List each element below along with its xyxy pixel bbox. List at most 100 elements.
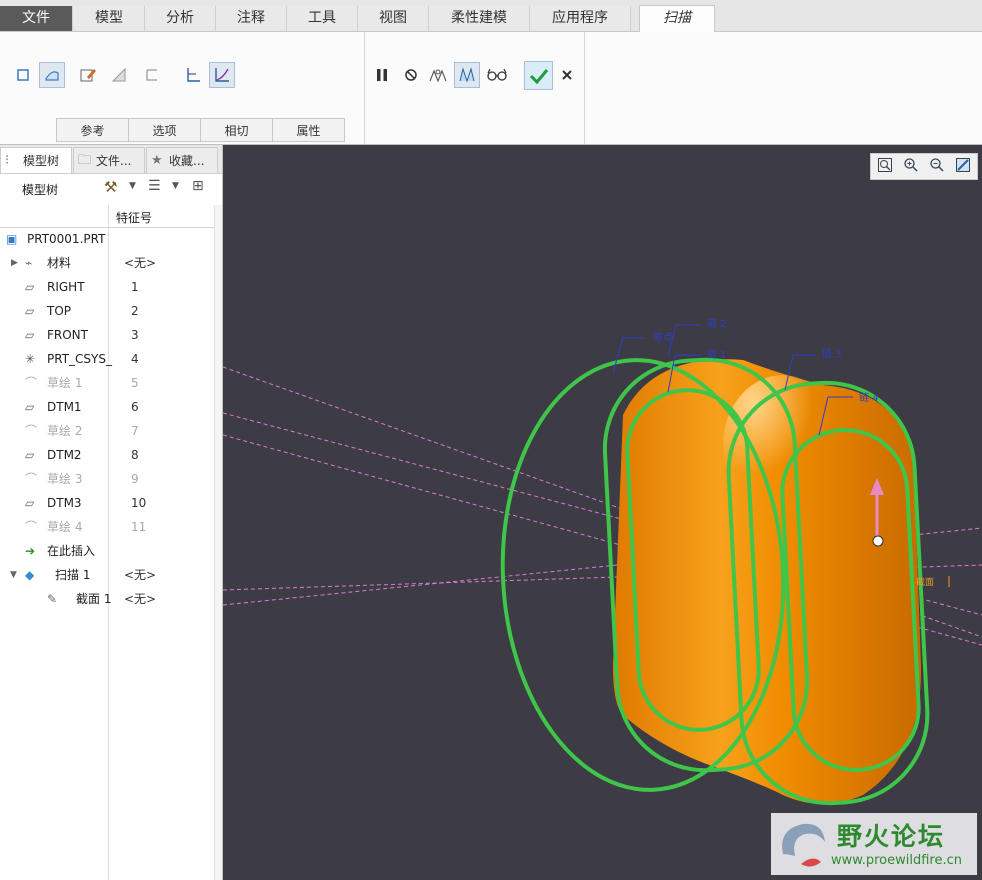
- tree-item-label: RIGHT: [47, 280, 85, 294]
- settings-list-icon[interactable]: ☰: [148, 178, 161, 194]
- cancel-button[interactable]: [554, 62, 580, 88]
- tree-item[interactable]: ▱ DTM2 8: [0, 443, 214, 467]
- tree-item[interactable]: ✎ 截面 1 <无>: [0, 587, 214, 611]
- watermark-title: 野火论坛: [837, 822, 946, 851]
- datum-plane-icon: ▱: [25, 280, 35, 294]
- sweep-icon: ◆: [25, 568, 35, 582]
- tree-item[interactable]: ▶ ⌁ 材料 <无>: [0, 251, 214, 275]
- feature-number: 2: [131, 304, 139, 318]
- feature-number-header[interactable]: 特征号: [116, 209, 152, 226]
- tangency-tab[interactable]: 相切: [200, 118, 273, 142]
- feature-number: <无>: [124, 592, 157, 606]
- start-point[interactable]: [872, 535, 884, 547]
- constant-section-icon[interactable]: [180, 62, 206, 88]
- remove-material-icon[interactable]: [106, 62, 132, 88]
- tree-item[interactable]: ⌒ 草绘 4 11: [0, 515, 214, 539]
- tree-scrollbar[interactable]: [214, 205, 222, 880]
- tree-item[interactable]: ▱ RIGHT 1: [0, 275, 214, 299]
- repaint-icon[interactable]: [953, 157, 973, 177]
- tree-item-label: FRONT: [47, 328, 88, 342]
- navigator-tabs: ⁝ 模型树 🗀 文件... ★ 收藏...: [0, 145, 222, 174]
- tree-item-label: 草绘 1: [47, 376, 83, 390]
- tree-item-label: 草绘 4: [47, 520, 83, 534]
- refit-icon[interactable]: [875, 157, 895, 177]
- section-icon: ✎: [47, 592, 58, 606]
- options-tab[interactable]: 选项: [128, 118, 201, 142]
- tab-applications[interactable]: 应用程序: [530, 6, 631, 31]
- feature-number: 5: [131, 376, 139, 390]
- glasses-icon[interactable]: [484, 62, 510, 88]
- tree-item[interactable]: ▱ DTM3 10: [0, 491, 214, 515]
- datum-plane-icon: ▱: [25, 496, 35, 510]
- datum-plane-icon: ▱: [25, 448, 35, 462]
- ribbon-panel: 参考 选项 相切 属性: [0, 32, 982, 145]
- references-tab[interactable]: 参考: [56, 118, 129, 142]
- favorites-icon: ★: [151, 153, 163, 168]
- model-tree-panel: ⁝ 模型树 🗀 文件... ★ 收藏... 模型树 ⚒ ▼ ☰ ▼ ⊞ 特征号 ▣ P…: [0, 145, 223, 880]
- tree-item[interactable]: ▼ ◆ 扫描 1 <无>: [0, 563, 214, 587]
- origin-label: 原点: [653, 332, 673, 344]
- chain3-label: 链 3: [822, 347, 842, 360]
- sketch-icon: ⌒: [25, 376, 38, 390]
- surface-icon[interactable]: [39, 62, 65, 88]
- tab-model[interactable]: 模型: [74, 6, 145, 31]
- tab-file[interactable]: 文件: [0, 6, 73, 31]
- verify-icon[interactable]: [454, 62, 480, 88]
- chevron-down-icon[interactable]: ▼: [172, 181, 179, 191]
- watermark-url: www.proewildfire.cn: [831, 853, 962, 868]
- chain2-label: 链 2: [707, 317, 727, 330]
- tree-item[interactable]: ▱ FRONT 3: [0, 323, 214, 347]
- tree-icon: ⁝: [5, 153, 10, 168]
- tab-tools[interactable]: 工具: [287, 6, 358, 31]
- tree-item-label: DTM1: [47, 400, 82, 414]
- feature-number: 11: [131, 520, 147, 534]
- tab-favorites[interactable]: ★ 收藏...: [146, 147, 218, 173]
- feature-number: 9: [131, 472, 139, 486]
- ribbon-tab-bar: 文件 模型 分析 注释 工具 视图 柔性建模 应用程序 扫描: [0, 0, 982, 33]
- ribbon-separator: [364, 32, 365, 144]
- tree-item[interactable]: ▱ TOP 2: [0, 299, 214, 323]
- tab-annotate[interactable]: 注释: [216, 6, 287, 31]
- confirm-button[interactable]: [524, 61, 553, 90]
- zoom-out-icon[interactable]: [927, 157, 947, 177]
- tab-folder-browser[interactable]: 🗀 文件...: [73, 147, 145, 173]
- no-preview-icon[interactable]: [398, 62, 424, 88]
- tab-analysis[interactable]: 分析: [145, 6, 216, 31]
- tree-item[interactable]: ➔ 在此插入: [0, 539, 214, 563]
- sketch-edit-icon[interactable]: [75, 62, 101, 88]
- tab-flexible-modeling[interactable]: 柔性建模: [429, 6, 530, 31]
- zoom-in-icon[interactable]: [901, 157, 921, 177]
- preview-icon[interactable]: [425, 62, 451, 88]
- chain4-label: 链 4: [859, 391, 879, 404]
- section-label: 截面: [916, 576, 934, 588]
- tree-item[interactable]: ⌒ 草绘 3 9: [0, 467, 214, 491]
- solid-icon[interactable]: [10, 62, 36, 88]
- model-tree-label: 模型树: [22, 183, 59, 197]
- tools-icon[interactable]: ⚒: [104, 178, 117, 196]
- expand-icon[interactable]: ▶: [11, 251, 18, 275]
- feature-number: <无>: [124, 256, 157, 270]
- column-header: 特征号: [0, 205, 214, 228]
- view-toolbar: [870, 153, 978, 180]
- feature-number: 1: [131, 280, 139, 294]
- tree-item[interactable]: ✳ PRT_CSYS_ 4: [0, 347, 214, 371]
- tree-item[interactable]: ⌒ 草绘 2 7: [0, 419, 214, 443]
- datum-plane-icon: ▱: [25, 304, 35, 318]
- chevron-down-icon[interactable]: ▼: [129, 181, 136, 191]
- tab-model-tree[interactable]: ⁝ 模型树: [0, 147, 72, 173]
- properties-tab[interactable]: 属性: [272, 118, 345, 142]
- tree-item[interactable]: ▱ DTM1 6: [0, 395, 214, 419]
- pause-icon[interactable]: [369, 62, 395, 88]
- tree-item[interactable]: ⌒ 草绘 1 5: [0, 371, 214, 395]
- csys-icon: ✳: [25, 352, 36, 366]
- collapse-icon[interactable]: ▼: [10, 563, 17, 587]
- thicken-icon[interactable]: [139, 62, 165, 88]
- variable-section-icon[interactable]: [209, 62, 235, 88]
- tab-view[interactable]: 视图: [358, 6, 429, 31]
- tab-sweep[interactable]: 扫描: [639, 5, 715, 33]
- tree-item-label: 截面 1: [76, 592, 112, 606]
- material-icon: ⌁: [25, 256, 33, 270]
- graphics-viewport[interactable]: 原点 链 2 链 1 链 3 链 4 截面: [223, 145, 982, 880]
- tree-root[interactable]: ▣ PRT0001.PRT: [0, 227, 214, 251]
- filter-icon[interactable]: ⊞: [192, 178, 204, 194]
